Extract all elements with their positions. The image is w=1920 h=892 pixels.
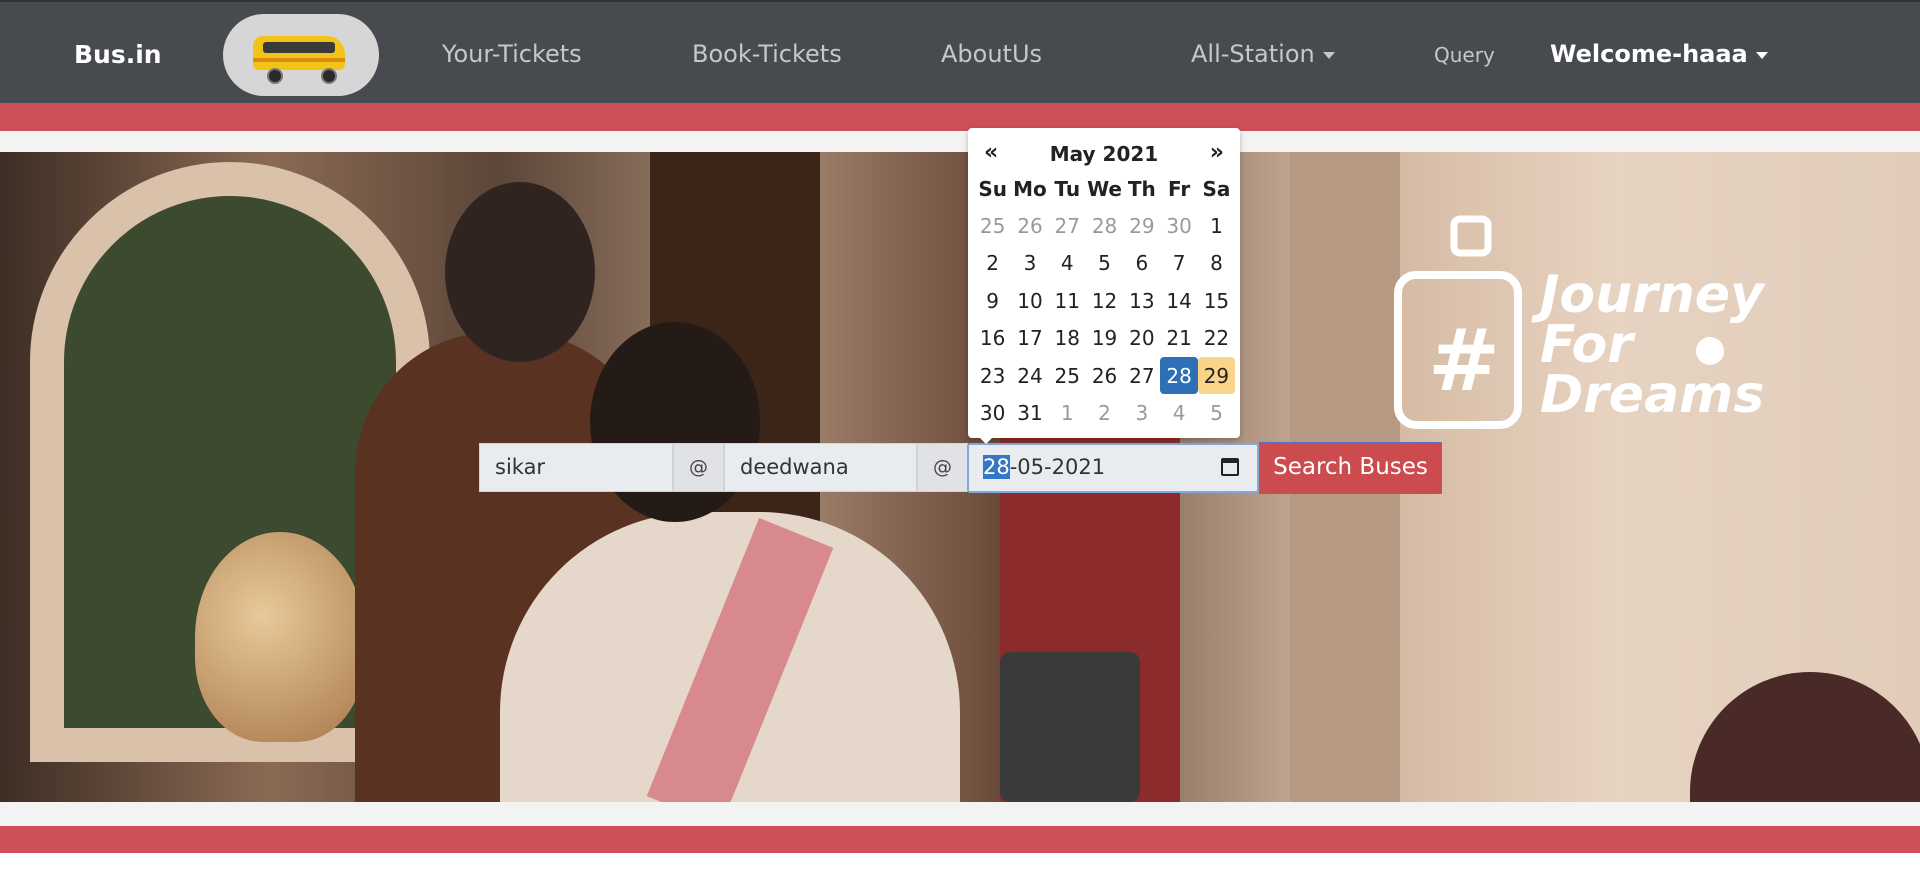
weekday-header: Sa — [1202, 176, 1231, 201]
urn-shape — [195, 532, 365, 742]
top-accent-band — [0, 103, 1920, 131]
calendar-day[interactable]: 26 — [1011, 207, 1048, 244]
woman-head — [590, 322, 760, 522]
calendar-day[interactable]: 17 — [1011, 320, 1048, 357]
luggage-shape — [1000, 652, 1140, 802]
calendar-day[interactable]: 1 — [1198, 207, 1235, 244]
bottom-white-strip — [0, 802, 1920, 826]
logo-word-for: For — [1540, 315, 1633, 375]
calendar-day[interactable]: 5 — [1086, 245, 1123, 282]
calendar-day[interactable]: 15 — [1198, 282, 1235, 319]
calendar-day[interactable]: 31 — [1011, 394, 1048, 431]
logo-text: Journey For Dreams — [1540, 265, 1765, 425]
calendar-day[interactable]: 25 — [1049, 357, 1086, 394]
at-separator: @ — [673, 443, 724, 492]
hash-symbol: # — [1428, 311, 1500, 411]
calendar-day[interactable]: 2 — [974, 245, 1011, 282]
weekday-header: Tu — [1054, 176, 1081, 201]
calendar-day[interactable]: 23 — [974, 357, 1011, 394]
chevron-down-icon — [1755, 51, 1768, 59]
calendar-day[interactable]: 12 — [1086, 282, 1123, 319]
logo-word-dreams: Dreams — [1540, 365, 1765, 425]
calendar-day[interactable]: 26 — [1086, 357, 1123, 394]
calendar-day[interactable]: 24 — [1011, 357, 1048, 394]
next-month-button[interactable]: » — [1210, 140, 1224, 165]
calendar-day[interactable]: 27 — [1049, 207, 1086, 244]
calendar-day[interactable]: 20 — [1123, 320, 1160, 357]
navbar: Bus.in Your-Tickets Book-Tickets AboutUs… — [0, 0, 1920, 103]
calendar-day[interactable]: 4 — [1160, 394, 1197, 431]
calendar-day[interactable]: 21 — [1160, 320, 1197, 357]
calendar-day[interactable]: 28 — [1086, 207, 1123, 244]
weekday-header: Mo — [1013, 176, 1047, 201]
calendar-day[interactable]: 2 — [1086, 394, 1123, 431]
calendar-day[interactable]: 3 — [1123, 394, 1160, 431]
bottom-accent-band — [0, 826, 1920, 853]
weekday-header: Th — [1127, 176, 1156, 201]
weekday-header: Su — [978, 176, 1007, 201]
calendar-day[interactable]: 16 — [974, 320, 1011, 357]
top-white-strip — [0, 131, 1920, 152]
calendar-day[interactable]: 3 — [1011, 245, 1048, 282]
calendar-grid: Su Mo Tu We Th Fr Sa 25 26 27 28 29 30 1 2 3 4 5 6 7 8 9 10 11 1… — [974, 170, 1236, 432]
logo-word-journey: Journey — [1540, 265, 1764, 325]
calendar-day[interactable]: 4 — [1049, 245, 1086, 282]
calendar-day[interactable]: 10 — [1011, 282, 1048, 319]
calendar-day[interactable]: 18 — [1049, 320, 1086, 357]
calendar-day[interactable]: 7 — [1160, 245, 1197, 282]
calendar-day[interactable]: 1 — [1049, 394, 1086, 431]
man-head — [445, 182, 595, 362]
nav-all-station-dropdown[interactable]: All-Station — [1191, 40, 1335, 68]
calendar-day[interactable]: 30 — [1160, 207, 1197, 244]
nav-about-us[interactable]: AboutUs — [941, 40, 1042, 68]
bus-wheel-icon — [267, 68, 283, 84]
nav-book-tickets[interactable]: Book-Tickets — [692, 40, 842, 68]
date-input[interactable]: 28-05-2021 — [967, 443, 1259, 493]
calendar-day[interactable]: 28 — [1160, 356, 1198, 395]
from-station-input[interactable]: sikar — [479, 443, 673, 492]
chevron-down-icon — [1322, 51, 1335, 59]
luggage-handle-icon — [1450, 215, 1492, 257]
calendar-day[interactable]: 9 — [974, 282, 1011, 319]
to-station-input[interactable]: deedwana — [724, 443, 917, 492]
at-separator: @ — [917, 443, 968, 492]
bus-wheel-icon — [321, 68, 337, 84]
calendar-day[interactable]: 14 — [1160, 282, 1197, 319]
calendar-day[interactable]: 29 — [1123, 207, 1160, 244]
calendar-day[interactable]: 27 — [1123, 357, 1160, 394]
month-title[interactable]: May 2021 — [968, 142, 1240, 166]
calendar-day[interactable]: 6 — [1123, 245, 1160, 282]
nav-your-tickets[interactable]: Your-Tickets — [442, 40, 582, 68]
weekday-header: Fr — [1168, 176, 1191, 201]
user-menu-label: Welcome-haaa — [1550, 40, 1748, 68]
calendar-day[interactable]: 25 — [974, 207, 1011, 244]
calendar-day[interactable]: 22 — [1198, 320, 1235, 357]
datepicker-header: « May 2021 » — [968, 140, 1240, 170]
date-day-selected: 28 — [983, 455, 1010, 479]
calendar-day[interactable]: 5 — [1198, 394, 1235, 431]
nav-all-station-label: All-Station — [1191, 40, 1315, 68]
nav-query[interactable]: Query — [1434, 43, 1495, 67]
search-buses-button[interactable]: Search Buses — [1259, 442, 1442, 494]
bus-logo[interactable] — [223, 14, 379, 96]
calendar-day[interactable]: 29 — [1197, 356, 1236, 395]
carving-shape — [1690, 672, 1920, 802]
calendar-day[interactable]: 8 — [1198, 245, 1235, 282]
user-menu-dropdown[interactable]: Welcome-haaa — [1550, 40, 1768, 68]
brand-link[interactable]: Bus.in — [74, 40, 162, 69]
datepicker-popup: « May 2021 » Su Mo Tu We Th Fr Sa 25 26 27 28 29 30 1… — [968, 128, 1240, 444]
date-rest: -05-2021 — [1009, 455, 1106, 479]
bus-window — [263, 42, 335, 53]
calendar-day[interactable]: 13 — [1123, 282, 1160, 319]
calendar-day[interactable]: 19 — [1086, 320, 1123, 357]
calendar-icon[interactable] — [1221, 458, 1239, 476]
calendar-day[interactable]: 11 — [1049, 282, 1086, 319]
bus-stripe — [253, 58, 345, 62]
weekday-header: We — [1087, 176, 1122, 201]
calendar-day[interactable]: 30 — [974, 394, 1011, 431]
